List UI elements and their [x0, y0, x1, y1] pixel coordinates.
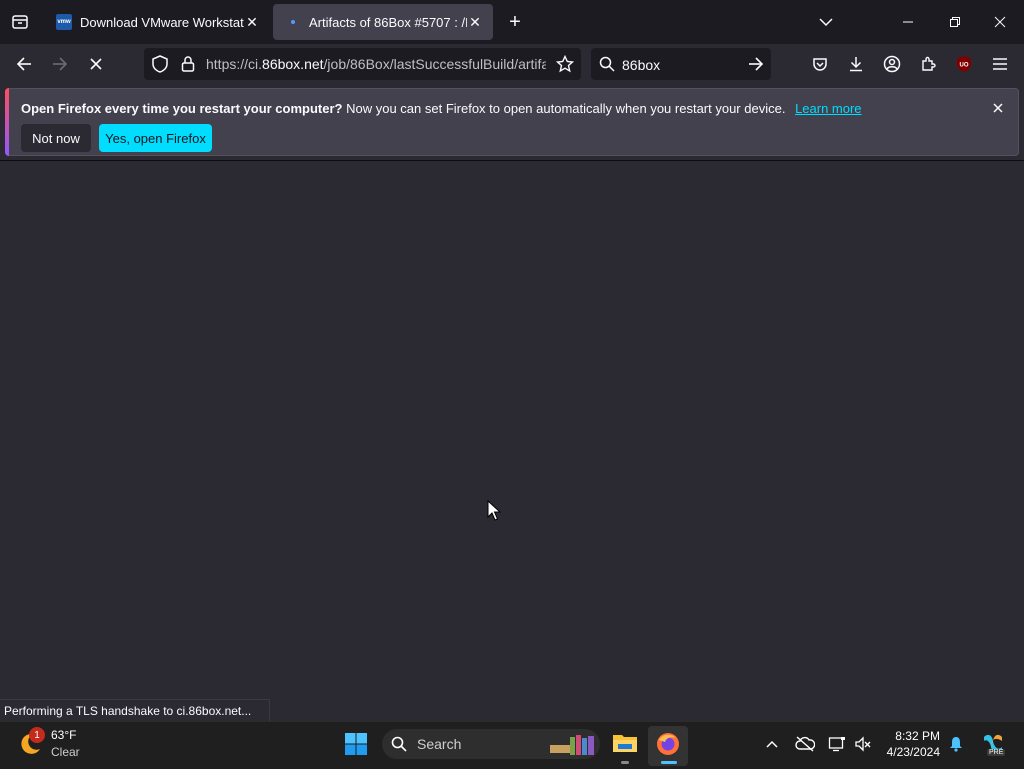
url-text[interactable]: https://ci.86box.net/job/86Box/lastSucce… [206, 56, 546, 74]
tab-vmware[interactable]: vmw Download VMware Workstation ✕ [44, 4, 270, 40]
firefox-active-indicator [661, 761, 677, 764]
url-domain: 86box.net [262, 56, 324, 72]
extensions-icon[interactable] [918, 54, 938, 74]
file-explorer-icon[interactable] [612, 731, 638, 755]
show-hidden-icons-chevron-icon[interactable] [764, 736, 780, 752]
tab-title: Artifacts of 86Box #5707 : /New [309, 14, 467, 30]
notification-bell-icon[interactable] [948, 735, 964, 753]
tab-artifacts[interactable]: Artifacts of 86Box #5707 : /New ✕ [273, 4, 493, 40]
restore-icon[interactable] [945, 12, 965, 32]
vmware-favicon-icon: vmw [56, 14, 72, 30]
forward-icon[interactable] [50, 54, 70, 74]
clock-time[interactable]: 8:32 PM [880, 729, 940, 743]
yes-open-firefox-button[interactable]: Yes, open Firefox [99, 124, 212, 152]
search-icon [598, 55, 616, 73]
go-arrow-icon[interactable] [746, 54, 766, 74]
lock-icon[interactable] [178, 54, 198, 74]
display-icon[interactable] [828, 735, 846, 753]
svg-text:UO: UO [960, 63, 969, 69]
account-icon[interactable] [882, 54, 902, 74]
mouse-cursor-icon [487, 499, 502, 527]
minimize-icon[interactable] [898, 12, 918, 32]
tab-title: Download VMware Workstation [80, 14, 244, 30]
list-all-tabs-icon[interactable] [816, 12, 836, 32]
close-tab-icon[interactable]: ✕ [244, 14, 260, 31]
new-tab-icon[interactable]: + [505, 11, 525, 33]
firefox-view-icon[interactable] [10, 12, 30, 32]
not-now-button[interactable]: Not now [21, 124, 91, 152]
weather-temperature[interactable]: 63°F [51, 728, 76, 742]
close-notification-icon[interactable] [990, 100, 1006, 116]
menu-hamburger-icon[interactable] [990, 54, 1010, 74]
pocket-icon[interactable] [810, 54, 830, 74]
taskbar-search-placeholder: Search [417, 736, 462, 752]
file-explorer-running-indicator [621, 761, 629, 764]
learn-more-link[interactable]: Learn more [795, 101, 861, 116]
stop-loading-icon[interactable] [86, 54, 106, 74]
weather-badge: 1 [29, 727, 45, 743]
downloads-icon[interactable] [846, 54, 866, 74]
url-path: /job/86Box/lastSuccessfulBuild/artifact [323, 56, 546, 72]
bookmark-star-icon[interactable] [555, 54, 575, 74]
url-prefix: https://ci. [206, 56, 263, 72]
search-input[interactable]: 86box [622, 57, 660, 73]
status-panel: Performing a TLS handshake to ci.86box.n… [0, 699, 271, 722]
notification-title: Open Firefox every time you restart your… [21, 101, 343, 116]
loading-icon [285, 14, 301, 30]
weather-description[interactable]: Clear [51, 745, 80, 759]
firefox-icon [656, 732, 680, 756]
search-highlight-books-icon [548, 733, 598, 757]
notification-accent [5, 88, 9, 156]
windows-start-icon[interactable] [344, 732, 368, 756]
copilot-preview-badge: PRE [987, 749, 1006, 756]
clock-date[interactable]: 4/23/2024 [880, 745, 940, 759]
notification-body: Now you can set Firefox to open automati… [346, 101, 786, 116]
notification-message: Open Firefox every time you restart your… [21, 101, 862, 116]
ublock-origin-icon[interactable]: UO [954, 54, 974, 74]
tracking-protection-shield-icon[interactable] [150, 54, 170, 74]
close-tab-icon[interactable]: ✕ [467, 14, 483, 31]
onedrive-offline-icon[interactable] [795, 735, 815, 753]
taskbar-search-icon [390, 735, 408, 753]
page-content-area[interactable] [0, 161, 1024, 699]
close-window-icon[interactable] [990, 12, 1010, 32]
speaker-muted-icon[interactable] [854, 735, 872, 753]
search-bar[interactable] [591, 48, 771, 80]
back-icon[interactable] [14, 54, 34, 74]
